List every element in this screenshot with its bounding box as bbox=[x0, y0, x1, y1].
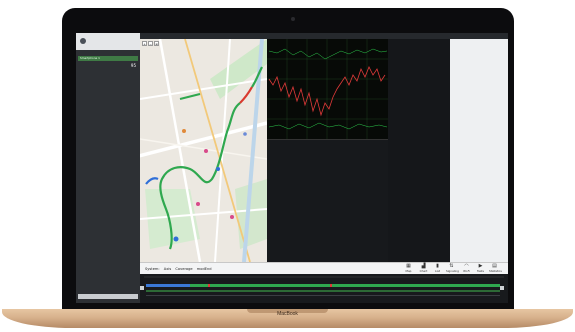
map-canvas bbox=[140, 39, 267, 262]
system-label: System: bbox=[145, 267, 160, 271]
signal-graph[interactable] bbox=[267, 39, 388, 139]
device-value: 95 bbox=[130, 63, 136, 68]
signal-graph-canvas bbox=[267, 39, 388, 139]
status-text: System: Axis Coverage modEnd bbox=[145, 267, 215, 271]
device-list-item-selected[interactable]: Smartphone 1 bbox=[78, 56, 138, 61]
map-view[interactable]: + − ≡ bbox=[140, 39, 267, 262]
system-value: Axis bbox=[163, 267, 172, 271]
replay-timeline[interactable] bbox=[140, 274, 508, 303]
message-list[interactable] bbox=[388, 39, 450, 262]
device-panel: Smartphone 1 95 bbox=[76, 33, 140, 303]
app-logo-icon bbox=[80, 38, 86, 44]
map-zoom-out-button[interactable]: − bbox=[148, 41, 153, 46]
status-bar: System: Axis Coverage modEnd ▦ Map ▟ Chart… bbox=[140, 262, 508, 274]
coverage-label: Coverage bbox=[175, 267, 193, 271]
map-layers-button[interactable]: ≡ bbox=[154, 41, 159, 46]
device-name: Smartphone 1 bbox=[80, 56, 100, 60]
coverage-value[interactable]: modEnd bbox=[197, 267, 212, 271]
device-search-input[interactable] bbox=[78, 294, 138, 299]
timeline-canvas bbox=[140, 276, 504, 296]
app-screen: Smartphone 1 95 + − ≡ System: Axis Cover… bbox=[76, 33, 508, 303]
device-details: 95 bbox=[78, 63, 138, 72]
camera-icon bbox=[291, 17, 295, 21]
device-panel-header bbox=[76, 33, 140, 50]
laptop-brand: MacBook bbox=[277, 311, 298, 317]
measurement-panel bbox=[450, 39, 508, 262]
parameters-table bbox=[267, 139, 388, 262]
map-zoom-in-button[interactable]: + bbox=[142, 41, 147, 46]
